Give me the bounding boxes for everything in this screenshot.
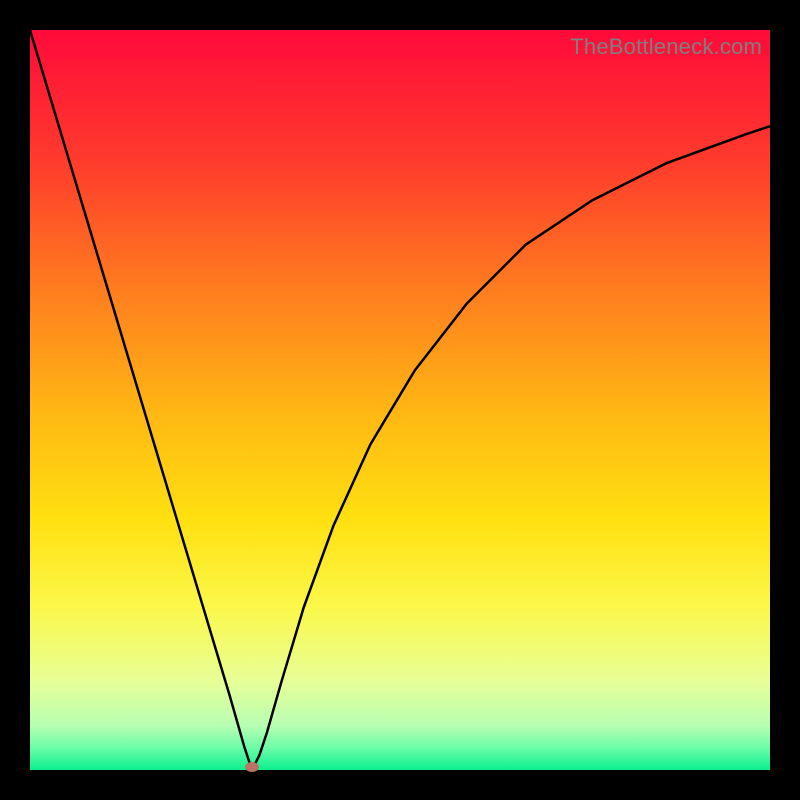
chart-frame: TheBottleneck.com [0, 0, 800, 800]
curve-path [30, 30, 770, 770]
bottleneck-curve [30, 30, 770, 770]
plot-area: TheBottleneck.com [30, 30, 770, 770]
optimal-point-marker [245, 762, 259, 772]
